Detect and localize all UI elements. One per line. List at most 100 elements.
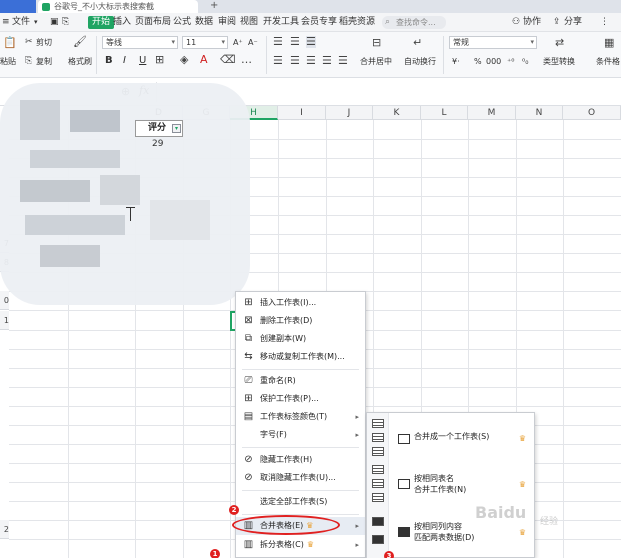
tab-member[interactable]: 会员专享 bbox=[301, 16, 337, 29]
thousands-icon[interactable]: 000 bbox=[486, 56, 501, 67]
menu-item-delete-sheet[interactable]: ⊠ 删除工作表(D) bbox=[236, 312, 365, 330]
column-header-j[interactable]: J bbox=[326, 106, 373, 120]
more-format-icon[interactable]: … bbox=[241, 54, 252, 66]
conditional-format-icon[interactable]: ▦ bbox=[604, 37, 614, 49]
format-painter-icon[interactable]: 🖌 bbox=[73, 36, 87, 48]
submenu-match-by-column[interactable]: 按相同列内容 匹配两表数据(D) ♛ bbox=[389, 521, 534, 545]
distribute-icon[interactable]: ☰ bbox=[338, 55, 348, 67]
menu-item-protect[interactable]: ⊞ 保护工作表(P)... bbox=[236, 390, 365, 408]
menu-item-insert-sheet[interactable]: ⊞ 插入工作表(I)... bbox=[236, 294, 365, 312]
tab-formula[interactable]: 公式 bbox=[173, 16, 191, 29]
column-header-n[interactable]: N bbox=[516, 106, 563, 120]
font-size-select[interactable]: 11 bbox=[182, 36, 228, 49]
border-icon[interactable]: ⊞ bbox=[155, 54, 164, 66]
tab-view[interactable]: 视图 bbox=[240, 16, 258, 29]
number-format-select[interactable]: 常规 bbox=[449, 36, 537, 49]
submenu-merge-by-name[interactable]: 按相同表名 合并工作表(N) ♛ bbox=[389, 473, 534, 497]
document-tab[interactable]: 谷歌号_不小大标示表搜索截 bbox=[38, 0, 198, 13]
align-left-icon[interactable]: ☰ bbox=[273, 55, 283, 67]
tab-insert[interactable]: 插入 bbox=[113, 16, 131, 29]
menu-item-label: 删除工作表(D) bbox=[260, 316, 313, 325]
collab-icon[interactable]: ⚇ bbox=[512, 16, 520, 29]
menu-icon[interactable]: ≡ bbox=[2, 16, 10, 29]
menu-item-select-all-sheets[interactable]: 选定全部工作表(S) bbox=[236, 493, 365, 511]
column-header-m[interactable]: M bbox=[468, 106, 516, 120]
conditional-format-button[interactable]: 条件格 bbox=[596, 56, 620, 67]
more-icon[interactable]: ⋮ bbox=[600, 16, 609, 29]
wps-home-tab[interactable] bbox=[0, 0, 36, 13]
type-convert-icon[interactable]: ⇄ bbox=[555, 37, 564, 49]
share-icon[interactable]: ⇪ bbox=[553, 16, 561, 29]
tab-start[interactable]: 开始 bbox=[88, 16, 115, 29]
tab-docer[interactable]: 稻壳资源 bbox=[339, 16, 375, 29]
type-convert-button[interactable]: 类型转换 bbox=[543, 56, 575, 67]
italic-button[interactable]: I bbox=[123, 55, 126, 66]
bold-button[interactable]: B bbox=[105, 55, 113, 66]
column-header-l[interactable]: L bbox=[421, 106, 468, 120]
increase-decimal-icon[interactable]: ⁺⁰ bbox=[507, 56, 514, 67]
increase-font-icon[interactable]: A⁺ bbox=[233, 37, 243, 48]
menu-item-hide-sheet[interactable]: ⊘ 隐藏工作表(H) bbox=[236, 451, 365, 469]
tab-review[interactable]: 审阅 bbox=[218, 16, 236, 29]
copy-button[interactable]: 复制 bbox=[36, 56, 52, 67]
blurred-content bbox=[40, 245, 100, 267]
menu-item-tab-color[interactable]: ▤ 工作表标签颜色(T) ▸ bbox=[236, 408, 365, 426]
command-search-input[interactable]: ⌕ 查找命令... bbox=[382, 16, 446, 29]
column-header-k[interactable]: K bbox=[373, 106, 421, 120]
row-header[interactable]: 2 bbox=[0, 520, 9, 539]
tab-developer[interactable]: 开发工具 bbox=[263, 16, 299, 29]
paste-icon[interactable]: 📋 bbox=[3, 37, 17, 49]
menu-item-rename[interactable]: ⎚ 重命名(R) bbox=[236, 372, 365, 390]
new-tab-icon[interactable]: + bbox=[210, 0, 218, 12]
font-name-select[interactable]: 等线 bbox=[102, 36, 178, 49]
search-icon: ⌕ bbox=[385, 17, 391, 27]
underline-button[interactable]: U bbox=[139, 55, 146, 66]
format-painter-button[interactable]: 格式刷 bbox=[68, 56, 92, 67]
align-middle-icon[interactable]: ☰ bbox=[290, 36, 300, 48]
row-header[interactable]: 1 bbox=[0, 311, 9, 330]
score-header-cell[interactable]: 评分 ▾ bbox=[135, 120, 183, 137]
align-center-icon[interactable]: ☰ bbox=[290, 55, 300, 67]
chevron-down-icon[interactable]: ▾ bbox=[34, 16, 38, 29]
wrap-text-button[interactable]: 自动换行 bbox=[404, 56, 436, 67]
column-header-o[interactable]: O bbox=[563, 106, 621, 120]
score-header-label: 评分 bbox=[148, 123, 167, 133]
menu-file[interactable]: 文件 bbox=[12, 16, 30, 29]
clear-format-icon[interactable]: ⌫ bbox=[220, 54, 236, 66]
submenu-merge-into-one[interactable]: 合并成一个工作表(S) ♛ bbox=[389, 431, 534, 445]
font-color-icon[interactable]: A bbox=[200, 54, 208, 66]
filter-dropdown-icon[interactable]: ▾ bbox=[172, 124, 181, 133]
copy-sheet-icon: ⧉ bbox=[244, 333, 253, 344]
align-bottom-icon[interactable]: ☰ bbox=[306, 36, 316, 48]
currency-icon[interactable]: ¥· bbox=[452, 56, 460, 67]
fill-color-icon[interactable]: ◈ bbox=[180, 54, 188, 66]
align-right-icon[interactable]: ☰ bbox=[306, 55, 316, 67]
menu-item-create-copy[interactable]: ⧉ 创建副本(W) bbox=[236, 330, 365, 348]
collab-button[interactable]: 协作 bbox=[523, 16, 541, 29]
highlight-oval bbox=[232, 515, 340, 535]
wrap-text-icon[interactable]: ↵ bbox=[413, 37, 422, 49]
menu-item-split-tables[interactable]: ▥ 拆分表格(C) ♛ ▸ bbox=[236, 536, 365, 554]
paste-button[interactable]: 粘贴 bbox=[0, 56, 16, 67]
share-button[interactable]: 分享 bbox=[564, 16, 582, 29]
merge-center-button[interactable]: 合并居中 bbox=[360, 56, 392, 67]
menu-item-move-copy[interactable]: ⇆ 移动或复制工作表(M)... bbox=[236, 348, 365, 366]
decrease-font-icon[interactable]: A⁻ bbox=[248, 37, 258, 48]
menu-item-font-size[interactable]: 字号(F) ▸ bbox=[236, 426, 365, 444]
save-icon[interactable]: ▣ bbox=[50, 16, 59, 29]
justify-icon[interactable]: ☰ bbox=[322, 55, 332, 67]
copy-icon[interactable]: ⎘ bbox=[25, 55, 32, 67]
align-top-icon[interactable]: ☰ bbox=[273, 36, 283, 48]
tab-page-layout[interactable]: 页面布局 bbox=[135, 16, 171, 29]
menu-item-unhide-sheet[interactable]: ⊘ 取消隐藏工作表(U)... bbox=[236, 469, 365, 487]
row-header[interactable]: 0 bbox=[0, 291, 9, 310]
merge-center-icon[interactable]: ⊟ bbox=[372, 37, 381, 49]
decrease-decimal-icon[interactable]: ⁰₀ bbox=[522, 56, 528, 67]
percent-icon[interactable]: % bbox=[474, 56, 482, 67]
column-header-i[interactable]: I bbox=[278, 106, 326, 120]
cut-button[interactable]: 剪切 bbox=[36, 37, 52, 48]
export-icon[interactable]: ⎘ bbox=[62, 16, 69, 29]
scissors-icon[interactable]: ✂ bbox=[25, 36, 33, 48]
score-value-cell[interactable]: 29 bbox=[152, 139, 163, 149]
tab-data[interactable]: 数据 bbox=[195, 16, 213, 29]
